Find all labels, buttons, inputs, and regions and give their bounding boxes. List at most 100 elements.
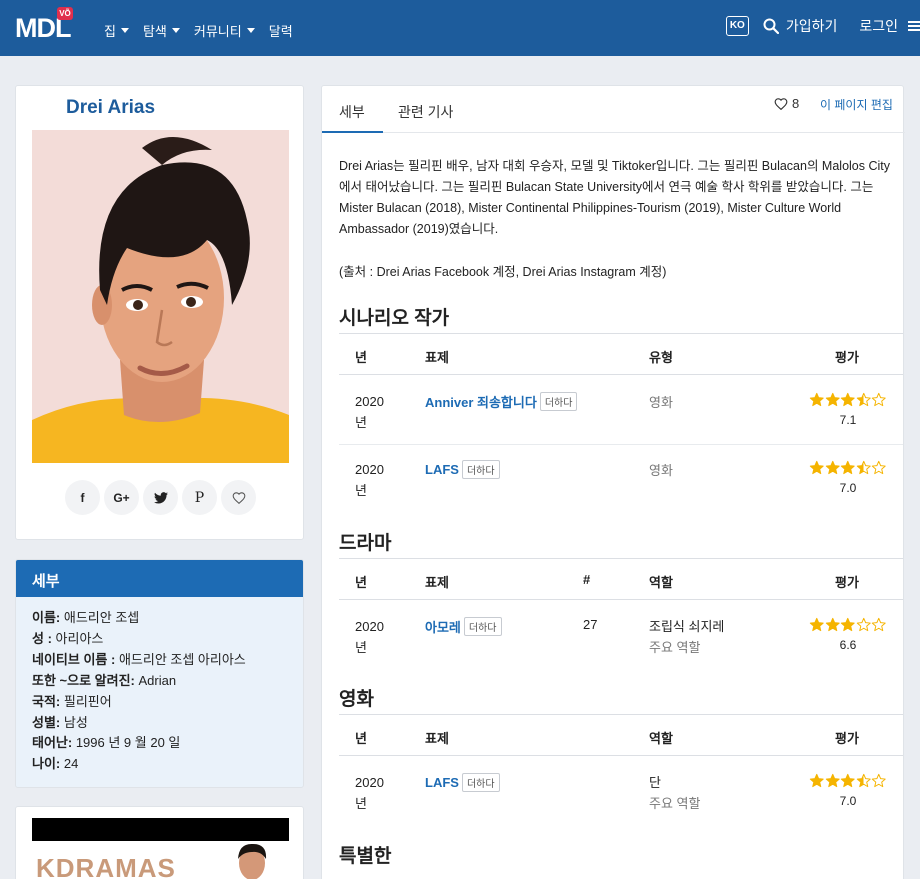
row-title: 아모레 더하다 — [425, 617, 502, 636]
add-button[interactable]: 더하다 — [539, 392, 578, 411]
row-episodes: 27 — [583, 617, 598, 632]
like-count-value: 8 — [792, 96, 800, 111]
menu-explore[interactable]: 탐색 — [143, 21, 180, 40]
detail-aka: 또한 ~으로 알려진: Adrian — [32, 672, 177, 688]
title-link[interactable]: Anniver 죄송합니다 — [425, 392, 537, 411]
twitter-share-button[interactable] — [143, 480, 178, 515]
ad-person-illustration — [238, 843, 267, 879]
role-name: 조립식 쇠지레 — [649, 619, 725, 634]
menu-home-label: 집 — [104, 24, 116, 39]
star-rating — [809, 617, 887, 632]
row-title: LAFS 더하다 — [425, 773, 500, 792]
menu-home[interactable]: 집 — [104, 21, 129, 40]
col-episode: # — [583, 572, 591, 587]
col-type: 유형 — [649, 350, 673, 365]
menu-calendar-label: 달력 — [268, 24, 293, 39]
heart-icon — [774, 98, 788, 110]
details-header: 세부 — [16, 560, 303, 597]
detail-age: 나이: 24 — [32, 756, 79, 772]
details-card: 세부 이름: 애드리안 조셉 성 : 아리아스 네이티브 이름 : 애드리안 조… — [15, 559, 304, 788]
login-link[interactable]: 로그인 — [859, 16, 898, 36]
star-full-icon — [841, 392, 855, 407]
star-full-icon — [810, 460, 824, 475]
star-empty-icon — [872, 617, 886, 632]
col-rating: 평가 — [835, 575, 859, 590]
col-title: 표제 — [425, 350, 449, 365]
portrait-illustration — [32, 130, 289, 463]
share-row: f G+ P — [65, 480, 256, 515]
table-header: 년 표제 역할 평가 — [339, 715, 903, 756]
row-rating: 7.0 — [809, 460, 887, 495]
table-header: 년 표제 # 역할 평가 — [339, 559, 903, 600]
add-button[interactable]: 더하다 — [463, 617, 502, 636]
col-year: 년 — [355, 575, 367, 590]
like-count[interactable]: 8 — [774, 96, 799, 111]
star-half-icon — [856, 392, 871, 407]
favorite-button[interactable] — [221, 480, 256, 515]
star-full-icon — [841, 773, 855, 788]
section-title-drama: 드라마 — [339, 533, 392, 554]
chevron-down-icon — [246, 28, 255, 33]
title-link[interactable]: LAFS — [425, 775, 459, 790]
facebook-share-button[interactable]: f — [65, 480, 100, 515]
search-icon[interactable] — [763, 18, 779, 34]
table-row: 2020 년 아모레 더하다 27 조립식 쇠지레 주요 역할 6.6 — [339, 601, 903, 669]
star-empty-icon — [856, 617, 871, 632]
tab-details[interactable]: 세부 — [339, 102, 365, 122]
heart-icon — [232, 492, 245, 504]
section-title-screenwriter: 시나리오 작가 — [339, 308, 450, 329]
detail-born: 태어난: 1996 년 9 월 20 일 — [32, 735, 181, 751]
biography: Drei Arias는 필리핀 배우, 남자 대회 우승자, 모델 및 Tikt… — [339, 159, 891, 236]
title-link[interactable]: LAFS — [425, 462, 459, 477]
edit-page-link[interactable]: 이 페이지 편집 — [820, 96, 893, 113]
logo-badge: VÕ — [57, 7, 73, 20]
chevron-down-icon — [120, 28, 129, 33]
col-rating: 평가 — [835, 731, 859, 746]
role-type: 주요 역할 — [649, 640, 701, 655]
tab-related-articles[interactable]: 관련 기사 — [398, 102, 453, 122]
row-rating: 7.1 — [809, 392, 887, 427]
star-rating — [809, 392, 887, 407]
row-title: LAFS 더하다 — [425, 460, 500, 479]
star-rating — [809, 773, 887, 788]
menu-calendar[interactable]: 달력 — [269, 21, 293, 40]
table-row: 2020 년 LAFS 더하다 영화 7.0 — [339, 444, 903, 512]
active-tab-indicator — [322, 131, 383, 133]
detail-surname: 성 : 아리아스 — [32, 630, 104, 646]
menu-community[interactable]: 커뮤니티 — [194, 21, 255, 40]
row-rating: 6.6 — [809, 617, 887, 652]
star-full-icon — [810, 617, 824, 632]
top-navbar: MDL VÕ 집 탐색 커뮤니티 달력 KO 가입하기 로그인 — [0, 0, 920, 56]
menu-community-label: 커뮤니티 — [193, 24, 242, 39]
facebook-icon: f — [80, 490, 85, 505]
star-full-icon — [841, 617, 855, 632]
chevron-down-icon — [171, 28, 180, 33]
star-full-icon — [825, 392, 840, 407]
add-button[interactable]: 더하다 — [461, 460, 500, 479]
star-half-icon — [856, 773, 871, 788]
row-type: 영화 — [649, 395, 673, 410]
detail-name: 이름: 애드리안 조셉 — [32, 610, 140, 625]
section-title-special: 특별한 — [339, 846, 392, 867]
signup-link[interactable]: 가입하기 — [786, 16, 838, 36]
row-rating: 7.0 — [809, 773, 887, 808]
menu-explore-label: 탐색 — [142, 24, 167, 39]
google-plus-share-button[interactable]: G+ — [104, 480, 139, 515]
star-empty-icon — [872, 392, 886, 407]
col-role: 역할 — [649, 731, 673, 746]
star-full-icon — [825, 460, 840, 475]
nav-right: KO 가입하기 로그인 — [725, 16, 920, 36]
profile-card: Drei Arias f G+ P — [15, 85, 304, 540]
ad-banner[interactable]: KDRAMAS — [32, 841, 289, 879]
col-rating: 평가 — [835, 350, 859, 365]
title-link[interactable]: 아모레 — [425, 617, 461, 636]
hamburger-menu-icon[interactable] — [908, 19, 920, 33]
add-button[interactable]: 더하다 — [461, 773, 500, 792]
row-year: 2020 년 — [355, 775, 384, 811]
language-selector[interactable]: KO — [725, 16, 749, 36]
role-type: 주요 역할 — [649, 796, 701, 811]
pinterest-share-button[interactable]: P — [182, 480, 217, 515]
detail-gender: 성별: 남성 — [32, 714, 88, 730]
main-card: 세부 관련 기사 8 이 페이지 편집 Drei Arias는 필리핀 배우, … — [321, 85, 905, 879]
row-year: 2020 년 — [355, 462, 384, 498]
